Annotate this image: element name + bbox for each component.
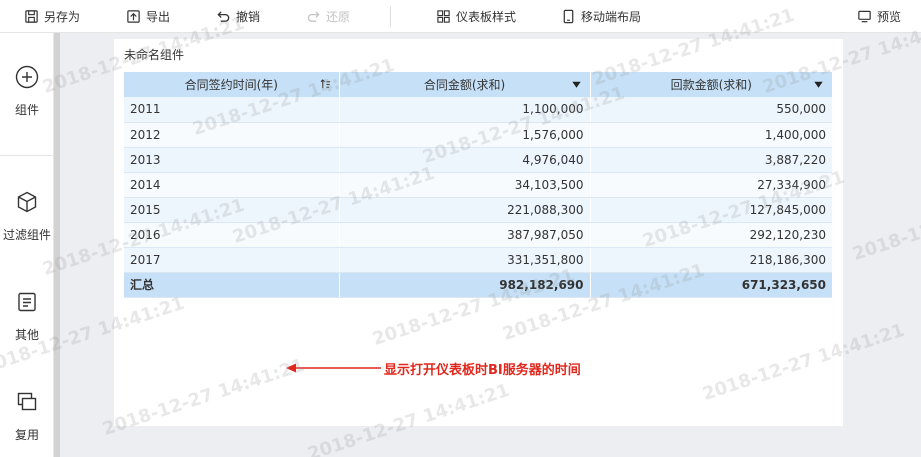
undo-icon [217, 11, 230, 22]
redo-icon [307, 11, 320, 22]
save-icon [25, 10, 38, 23]
cell-payment-amount: 3,887,220 [590, 147, 832, 173]
cell-payment-amount: 292,120,230 [590, 222, 832, 248]
table-row: 2017 331,351,800 218,186,300 [124, 247, 832, 273]
dashboard-style-label: 仪表板样式 [456, 10, 517, 24]
table-row: 2012 1,576,000 1,400,000 [124, 122, 832, 148]
cell-contract-amount: 331,351,800 [339, 247, 591, 273]
column-header-payment-amount[interactable]: 回款金额(求和) [590, 72, 832, 97]
cell-payment-amount: 550,000 [590, 97, 832, 123]
preview-button[interactable]: 预览 [857, 0, 901, 33]
dropdown-triangle-icon[interactable] [813, 79, 824, 90]
column-header-label: 合同签约时间(年) [184, 78, 278, 92]
table-row: 2016 387,987,050 292,120,230 [124, 222, 832, 248]
cell-year: 2017 [124, 247, 340, 273]
table-total-row: 汇总 982,182,690 671,323,650 [124, 272, 832, 298]
sidebar-item-label: 复用 [14, 428, 39, 442]
table-row: 2013 4,976,040 3,887,220 [124, 147, 832, 173]
save-as-button[interactable]: 另存为 [24, 0, 80, 33]
redo-label: 还原 [326, 10, 351, 24]
export-icon [127, 10, 140, 23]
cell-payment-amount: 27,334,900 [590, 172, 832, 198]
widget-title: 未命名组件 [124, 48, 185, 62]
cell-contract-amount: 34,103,500 [339, 172, 591, 198]
document-icon [18, 292, 36, 312]
annotation-arrow-icon [286, 363, 381, 373]
column-header-year[interactable]: 合同签约时间(年) [124, 72, 340, 97]
column-header-contract-amount[interactable]: 合同金额(求和) [339, 72, 591, 97]
sidebar-item-label: 过滤组件 [2, 228, 51, 242]
cell-contract-amount: 387,987,050 [339, 222, 591, 248]
sidebar-item-label: 其他 [14, 328, 39, 342]
export-button[interactable]: 导出 [126, 0, 170, 33]
plus-circle-icon [15, 65, 39, 89]
cell-payment-amount: 1,400,000 [590, 122, 832, 148]
preview-label: 预览 [877, 10, 902, 24]
cell-payment-amount: 127,845,000 [590, 197, 832, 223]
save-as-label: 另存为 [44, 10, 81, 24]
column-header-label: 回款金额(求和) [670, 78, 752, 92]
left-sidebar: 组件 过滤组件 其他 复用 [0, 33, 54, 457]
sort-icon[interactable] [320, 79, 331, 90]
cell-contract-amount: 4,976,040 [339, 147, 591, 173]
table-row: 2014 34,103,500 27,334,900 [124, 172, 832, 198]
cell-year: 2016 [124, 222, 340, 248]
cube-icon [17, 191, 37, 213]
copy-icon [17, 392, 37, 411]
cell-contract-amount: 1,100,000 [339, 97, 591, 123]
annotation-text: 显示打开仪表板时BI服务器的时间 [384, 363, 581, 378]
cell-contract-amount: 1,576,000 [339, 122, 591, 148]
toolbar: 另存为 导出 撤销 还原 仪表板样式 移动端布局 预览 [0, 0, 921, 33]
toolbar-divider [390, 6, 391, 27]
mobile-icon [563, 9, 574, 24]
undo-label: 撤销 [236, 10, 261, 24]
mobile-layout-button[interactable]: 移动端布局 [561, 0, 641, 33]
monitor-icon [858, 10, 871, 23]
cell-year: 2012 [124, 122, 340, 148]
column-header-label: 合同金额(求和) [423, 78, 506, 92]
table-header-row: 合同签约时间(年) 合同金额(求和) 回款金额(求和) [124, 72, 832, 97]
sidebar-item-other[interactable]: 其他 [0, 290, 54, 343]
cell-year: 2013 [124, 147, 340, 173]
table-row: 2011 1,100,000 550,000 [124, 97, 832, 123]
data-table: 合同签约时间(年) 合同金额(求和) 回款金额(求和) 2011 1,100,0… [124, 72, 832, 298]
cell-year: 2015 [124, 197, 340, 223]
dashboard-style-button[interactable]: 仪表板样式 [436, 0, 516, 33]
sidebar-item-reuse[interactable]: 复用 [0, 390, 54, 443]
cell-total-contract-amount: 982,182,690 [339, 272, 591, 298]
grid-icon [437, 10, 450, 23]
sidebar-item-components[interactable]: 组件 [0, 65, 54, 118]
redo-button[interactable]: 还原 [306, 0, 350, 33]
sidebar-item-label: 组件 [14, 103, 39, 117]
cell-payment-amount: 218,186,300 [590, 247, 832, 273]
dropdown-triangle-icon[interactable] [571, 79, 582, 90]
cell-total-payment-amount: 671,323,650 [590, 272, 832, 298]
cell-contract-amount: 221,088,300 [339, 197, 591, 223]
cell-year: 2014 [124, 172, 340, 198]
undo-button[interactable]: 撤销 [216, 0, 260, 33]
cell-year: 2011 [124, 97, 340, 123]
mobile-layout-label: 移动端布局 [581, 10, 642, 24]
cell-total-label: 汇总 [124, 272, 340, 298]
sidebar-item-filter-components[interactable]: 过滤组件 [0, 190, 54, 243]
sidebar-divider [0, 155, 54, 156]
table-row: 2015 221,088,300 127,845,000 [124, 197, 832, 223]
export-label: 导出 [146, 10, 171, 24]
